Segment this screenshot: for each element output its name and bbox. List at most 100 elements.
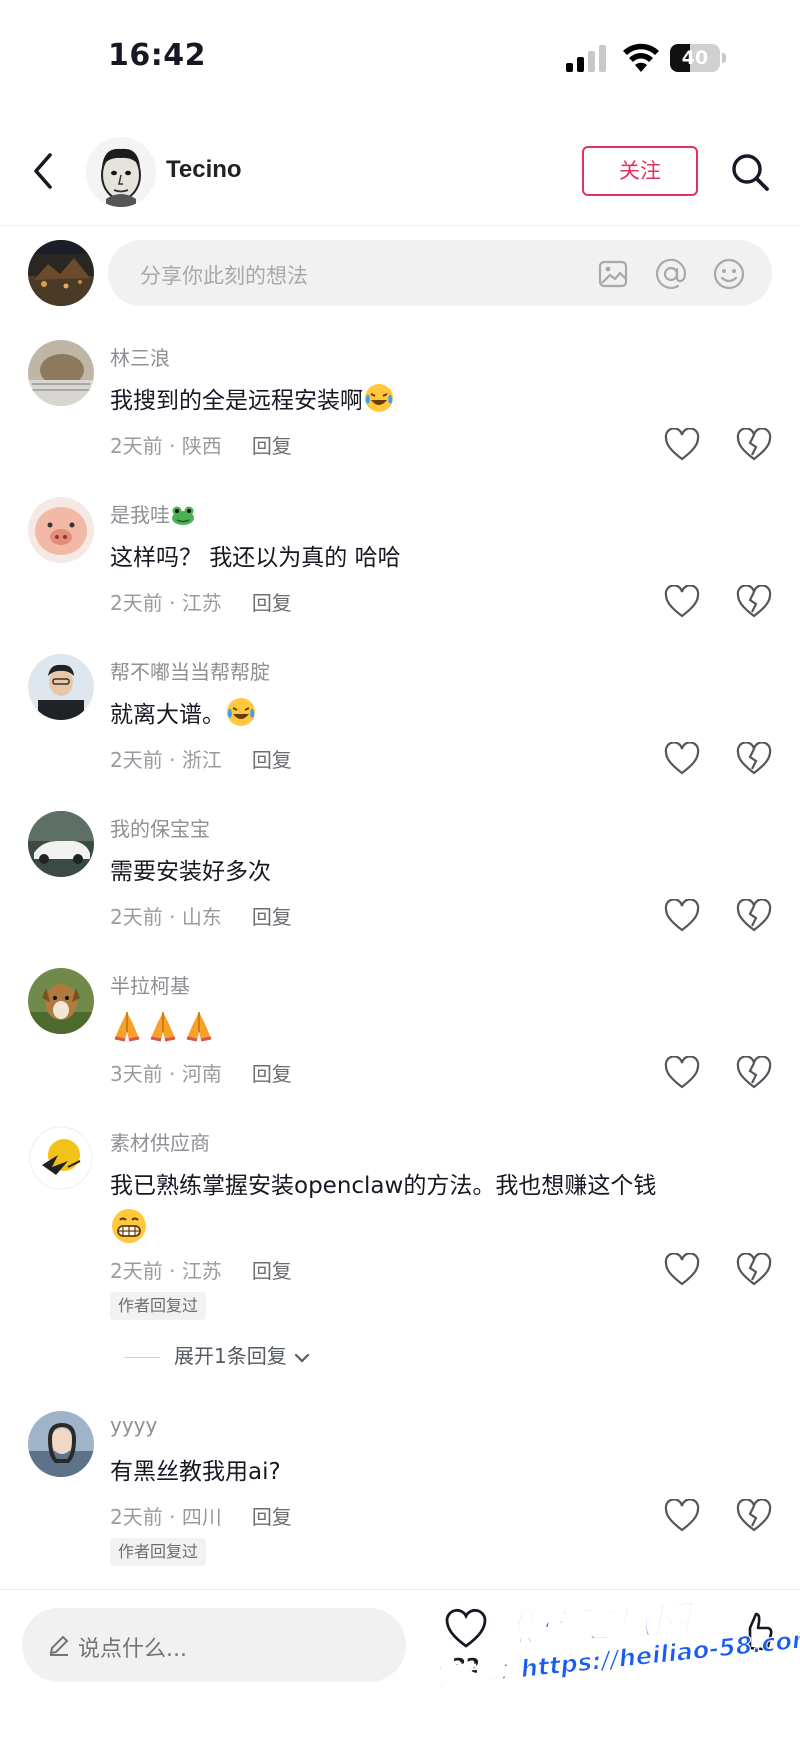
dislike-broken-heart-icon[interactable] bbox=[736, 1253, 772, 1287]
comment-time: 3天前 bbox=[110, 1062, 163, 1086]
cellular-signal-icon bbox=[566, 44, 610, 72]
mention-icon[interactable] bbox=[654, 257, 688, 291]
comment-time: 2天前 bbox=[110, 591, 163, 615]
author-replied-badge: 作者回复过 bbox=[110, 1292, 207, 1320]
comment-meta: 2天前 · 江苏 回复 bbox=[110, 1259, 292, 1283]
commenter-name[interactable]: 素材供应商 bbox=[110, 1127, 210, 1156]
comment-location: 浙江 bbox=[181, 748, 222, 772]
back-icon[interactable] bbox=[26, 146, 62, 196]
like-heart-icon[interactable] bbox=[664, 899, 700, 933]
status-time: 16:42 bbox=[108, 38, 206, 73]
like-heart-icon[interactable] bbox=[444, 1608, 488, 1650]
commenter-avatar[interactable] bbox=[28, 968, 94, 1034]
commenter-name[interactable]: 帮不嘟当当帮帮腚 bbox=[110, 656, 270, 685]
wifi-icon bbox=[623, 43, 659, 72]
image-icon[interactable] bbox=[596, 257, 630, 291]
commenter-avatar[interactable] bbox=[28, 1411, 94, 1477]
comment-meta: 2天前 · 陕西 回复 bbox=[110, 434, 292, 458]
comment-text: 有黑丝教我用ai? bbox=[110, 1459, 281, 1485]
expand-replies-button[interactable]: 展开1条回复 bbox=[124, 1340, 311, 1369]
reply-button[interactable]: 回复 bbox=[252, 1062, 292, 1086]
comment-meta: 3天前 · 河南 回复 bbox=[110, 1062, 292, 1086]
reply-button[interactable]: 回复 bbox=[252, 905, 292, 929]
battery-percent: 40 bbox=[681, 47, 709, 69]
dislike-broken-heart-icon[interactable] bbox=[736, 1056, 772, 1090]
pencil-icon bbox=[49, 1635, 69, 1656]
commenter-name[interactable]: yyyy bbox=[110, 1413, 157, 1437]
comment-meta: 2天前 · 四川 回复 bbox=[110, 1505, 292, 1529]
comment-body: 我搜到的全是远程安装啊 bbox=[110, 388, 363, 414]
commenter-avatar[interactable] bbox=[28, 654, 94, 720]
commenter-name[interactable]: 半拉柯基 bbox=[110, 970, 190, 999]
commenter-name[interactable]: 是我哇 bbox=[110, 499, 196, 528]
like-heart-icon[interactable] bbox=[664, 428, 700, 462]
commenter-name[interactable]: 我的保宝宝 bbox=[110, 813, 210, 842]
comment-meta: 2天前 · 江苏 回复 bbox=[110, 591, 292, 615]
my-avatar[interactable] bbox=[28, 240, 94, 306]
search-icon[interactable] bbox=[728, 150, 772, 194]
comment-text bbox=[110, 1008, 750, 1050]
laughing-crying-emoji-icon bbox=[365, 384, 393, 412]
praying-hands-emoji-icon bbox=[114, 1012, 140, 1042]
header: Tecino 关注 bbox=[0, 118, 800, 226]
reply-button[interactable]: 回复 bbox=[252, 1505, 292, 1529]
grinning-emoji-icon bbox=[112, 1209, 146, 1243]
like-heart-icon[interactable] bbox=[664, 742, 700, 776]
comment-body: 就离大谱。 bbox=[110, 702, 225, 728]
reply-button[interactable]: 回复 bbox=[252, 748, 292, 772]
thought-input[interactable]: 分享你此刻的想法 bbox=[108, 240, 772, 306]
laughing-crying-emoji-icon bbox=[227, 698, 255, 726]
comment-time: 2天前 bbox=[110, 1505, 163, 1529]
dislike-broken-heart-icon[interactable] bbox=[736, 899, 772, 933]
comment-time: 2天前 bbox=[110, 748, 163, 772]
comment-text: 我搜到的全是远程安装啊 bbox=[110, 380, 750, 422]
like-heart-icon[interactable] bbox=[664, 1253, 700, 1287]
comment-time: 2天前 bbox=[110, 905, 163, 929]
comment-text: 这样吗？ 我还以为真的 哈哈 bbox=[110, 545, 401, 571]
frog-emoji-icon bbox=[172, 506, 194, 525]
like-heart-icon[interactable] bbox=[664, 1056, 700, 1090]
comment-location: 四川 bbox=[181, 1505, 222, 1529]
thought-placeholder: 分享你此刻的想法 bbox=[140, 264, 308, 288]
comment-meta: 2天前 · 山东 回复 bbox=[110, 905, 292, 929]
reply-button[interactable]: 回复 bbox=[252, 434, 292, 458]
reply-button[interactable]: 回复 bbox=[252, 591, 292, 615]
comment-text: 就离大谱。 bbox=[110, 694, 750, 736]
comment-meta: 2天前 · 浙江 回复 bbox=[110, 748, 292, 772]
like-heart-icon[interactable] bbox=[664, 1499, 700, 1533]
author-replied-badge: 作者回复过 bbox=[110, 1538, 207, 1566]
comment-text: 需要安装好多次 bbox=[110, 859, 271, 885]
comment-location: 山东 bbox=[181, 905, 222, 929]
commenter-avatar[interactable] bbox=[28, 340, 94, 406]
commenter-avatar[interactable] bbox=[28, 1125, 94, 1191]
praying-hands-emoji-icon bbox=[150, 1012, 176, 1042]
commenter-name-text: 是我哇 bbox=[110, 503, 170, 527]
commenter-name[interactable]: 林三浪 bbox=[110, 342, 170, 371]
dislike-broken-heart-icon[interactable] bbox=[736, 428, 772, 462]
thought-composer: 分享你此刻的想法 bbox=[0, 226, 800, 326]
comment-body: 我已熟练掌握安装openclaw的方法。我也想赚这个钱 bbox=[110, 1173, 657, 1199]
comment-time: 2天前 bbox=[110, 1259, 163, 1283]
dislike-broken-heart-icon[interactable] bbox=[736, 1499, 772, 1533]
comment-time: 2天前 bbox=[110, 434, 163, 458]
status-bar: 16:42 40 bbox=[0, 0, 800, 118]
like-heart-icon[interactable] bbox=[664, 585, 700, 619]
comment-location: 陕西 bbox=[181, 434, 222, 458]
chevron-down-icon bbox=[294, 1353, 309, 1363]
expand-replies-label: 展开1条回复 bbox=[174, 1344, 287, 1368]
reply-button[interactable]: 回复 bbox=[252, 1259, 292, 1283]
battery-icon: 40 bbox=[670, 44, 728, 72]
comment-input-placeholder: 说点什么... bbox=[78, 1637, 187, 1662]
comment-text: 我已熟练掌握安装openclaw的方法。我也想赚这个钱 bbox=[110, 1165, 750, 1251]
comment-location: 江苏 bbox=[181, 1259, 222, 1283]
author-name[interactable]: Tecino bbox=[166, 156, 242, 184]
emoji-icon[interactable] bbox=[712, 257, 746, 291]
commenter-avatar[interactable] bbox=[28, 811, 94, 877]
comment-input[interactable]: 说点什么... bbox=[22, 1608, 406, 1682]
follow-button[interactable]: 关注 bbox=[582, 146, 698, 196]
dislike-broken-heart-icon[interactable] bbox=[736, 742, 772, 776]
author-avatar[interactable] bbox=[86, 137, 156, 207]
dislike-broken-heart-icon[interactable] bbox=[736, 585, 772, 619]
comment-location: 河南 bbox=[181, 1062, 222, 1086]
commenter-avatar[interactable] bbox=[28, 497, 94, 563]
